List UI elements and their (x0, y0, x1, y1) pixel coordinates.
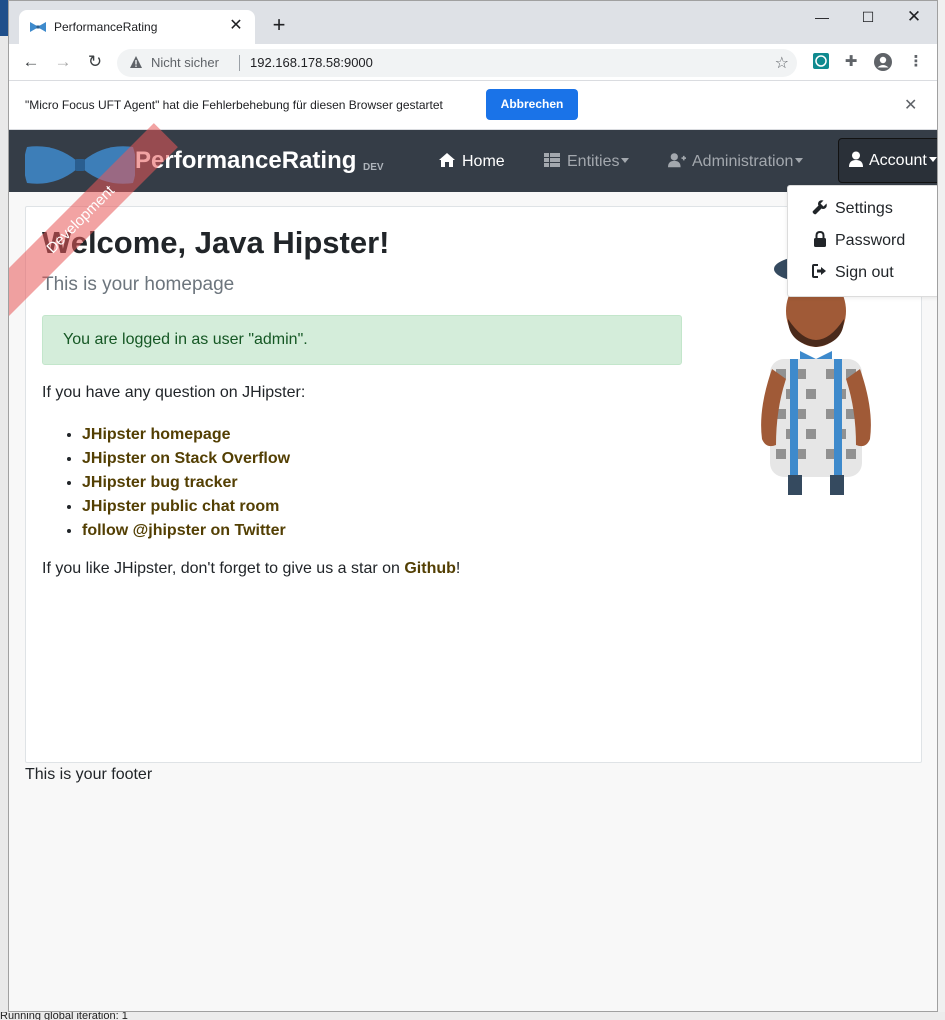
account-dropdown: Settings Password Sign out (787, 185, 937, 297)
debugging-infobar: "Micro Focus UFT Agent" hat die Fehlerbe… (9, 81, 937, 130)
menu-item-sign-out[interactable]: Sign out (812, 262, 894, 284)
tab-close-icon[interactable]: ✕ (227, 17, 245, 35)
cancel-button[interactable]: Abbrechen (486, 89, 578, 120)
star-suffix: ! (455, 560, 461, 577)
nav-entities-label: Entities (567, 153, 620, 170)
link-twitter[interactable]: follow @jhipster on Twitter (82, 522, 286, 539)
page-subtitle: This is your homepage (42, 274, 235, 295)
browser-menu-icon[interactable]: ⋮ (906, 52, 926, 72)
nav-home[interactable]: Home (438, 151, 505, 173)
infobar-message: "Micro Focus UFT Agent" hat die Fehlerbe… (25, 98, 443, 112)
window-close-button[interactable]: ✕ (891, 7, 937, 27)
chevron-down-icon (928, 157, 937, 162)
github-link[interactable]: Github (404, 560, 456, 577)
chevron-down-icon (795, 158, 804, 163)
profile-icon[interactable] (873, 52, 893, 72)
link-chat-room[interactable]: JHipster public chat room (82, 498, 279, 515)
warning-icon[interactable] (129, 55, 143, 69)
list-item: JHipster public chat room (82, 495, 290, 519)
user-icon (849, 151, 863, 167)
nav-administration-label: Administration (692, 153, 794, 170)
link-bug-tracker[interactable]: JHipster bug tracker (82, 474, 238, 491)
list-item: JHipster bug tracker (82, 471, 290, 495)
env-badge: DEV (363, 162, 384, 173)
minimize-button[interactable]: — (799, 7, 845, 27)
question-text: If you have any question on JHipster: (42, 384, 306, 401)
security-label[interactable]: Nicht sicher (151, 55, 219, 70)
address-bar[interactable]: Nicht sicher 192.168.178.58:9000 ☆ (117, 49, 797, 77)
link-homepage[interactable]: JHipster homepage (82, 426, 230, 443)
desktop-background-right (938, 0, 945, 1020)
list-item: JHipster homepage (82, 423, 290, 447)
star-prefix: If you like JHipster, don't forget to gi… (42, 560, 405, 577)
menu-item-password[interactable]: Password (812, 230, 905, 252)
github-star-text: If you like JHipster, don't forget to gi… (42, 560, 460, 578)
browser-window: PerformanceRating ✕ + — ☐ ✕ ← → ↻ Nicht … (8, 0, 938, 1012)
nav-entities[interactable]: Entities (543, 151, 630, 173)
desktop-background (0, 0, 8, 1020)
link-stack-overflow[interactable]: JHipster on Stack Overflow (82, 450, 290, 467)
sign-out-icon (812, 264, 826, 278)
star-icon[interactable]: ☆ (775, 53, 789, 73)
back-button[interactable]: ← (20, 51, 42, 73)
wrench-icon (812, 200, 827, 215)
footer-text: This is your footer (25, 766, 153, 783)
browser-toolbar: ← → ↻ Nicht sicher 192.168.178.58:9000 ☆… (9, 44, 937, 81)
menu-item-label: Settings (835, 200, 893, 217)
nav-account-label: Account (869, 152, 927, 169)
desktop-taskbar-sliver (0, 0, 8, 36)
nav-home-label: Home (462, 153, 505, 170)
uft-extension-icon[interactable] (811, 52, 831, 72)
infobar-close-icon[interactable]: ✕ (904, 95, 917, 115)
link-list: JHipster homepage JHipster on Stack Over… (66, 423, 290, 543)
browser-tab[interactable]: PerformanceRating ✕ (19, 10, 255, 44)
list-item: JHipster on Stack Overflow (82, 447, 290, 471)
extensions-icon[interactable]: ✚ (841, 52, 861, 72)
forward-button[interactable]: → (52, 51, 74, 73)
chevron-down-icon (621, 158, 630, 163)
url-text[interactable]: 192.168.178.58:9000 (250, 55, 373, 70)
login-alert: You are logged in as user "admin". (42, 315, 682, 365)
menu-item-label: Password (835, 232, 906, 249)
bowtie-favicon (30, 22, 46, 32)
address-separator (239, 55, 240, 71)
lock-icon (814, 231, 826, 247)
maximize-button[interactable]: ☐ (845, 7, 891, 27)
nav-administration[interactable]: Administration (668, 151, 804, 173)
reload-button[interactable]: ↻ (84, 51, 106, 73)
desktop-status-text: Running global iteration: 1 (0, 1012, 128, 1020)
nav-account[interactable]: Account (838, 138, 937, 183)
tab-bar: PerformanceRating ✕ + — ☐ ✕ (9, 1, 937, 44)
new-tab-button[interactable]: + (267, 14, 291, 36)
home-icon (439, 153, 455, 167)
table-icon (544, 153, 560, 167)
user-plus-icon (668, 153, 686, 168)
list-item: follow @jhipster on Twitter (82, 519, 290, 543)
menu-item-settings[interactable]: Settings (812, 198, 893, 220)
desktop-status: Running global iteration: 1 (0, 1012, 945, 1020)
tab-title: PerformanceRating (54, 20, 158, 34)
menu-item-label: Sign out (835, 264, 894, 281)
